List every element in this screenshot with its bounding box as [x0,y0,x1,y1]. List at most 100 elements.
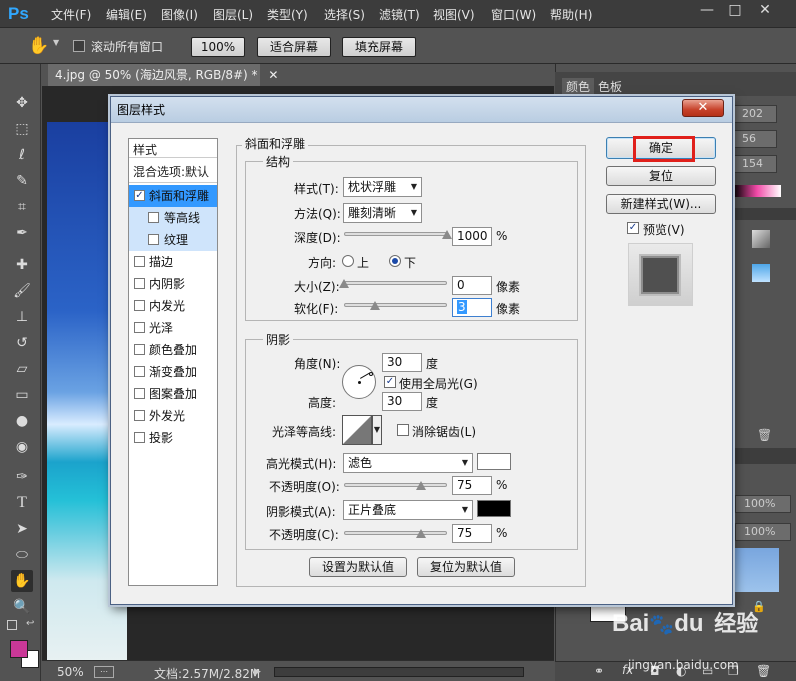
style-item[interactable]: 纹理 [129,229,217,251]
marquee-tool-icon[interactable]: ⬚ [11,118,33,140]
highlight-mode-select[interactable]: 滤色 ▼ [343,453,473,473]
menu-file[interactable]: 文件(F) [51,6,91,23]
close-window-button[interactable]: ✕ [752,0,778,22]
angle-dial[interactable] [342,365,376,399]
gloss-contour-dropdown-icon[interactable]: ▼ [372,415,382,445]
highlight-opacity-slider[interactable] [344,483,447,487]
horizontal-scrollbar[interactable] [274,667,524,677]
opacity-field[interactable]: 100% [735,495,791,513]
menu-select[interactable]: 选择(S) [324,6,365,23]
style-item[interactable]: 描边 [129,251,217,273]
minimize-button[interactable]: — [694,0,720,22]
altitude-input[interactable]: 30 [382,392,422,411]
eyedropper-tool-icon[interactable]: ✒ [11,222,33,244]
depth-slider-thumb[interactable] [442,230,452,239]
depth-slider[interactable] [344,232,447,236]
tab-swatches[interactable]: 色板 [598,78,622,96]
dialog-titlebar[interactable]: 图层样式 ✕ [111,97,732,123]
default-colors-icon[interactable] [7,620,17,630]
restore-button[interactable]: □ [722,0,748,22]
gradient-tool-icon[interactable]: ▭ [11,384,33,406]
type-tool-icon[interactable]: T [11,492,33,514]
pen-tool-icon[interactable]: ✑ [11,466,33,488]
style-item[interactable]: ✓ 斜面和浮雕 [129,185,217,207]
fit-screen-button[interactable]: 适合屏幕 [257,37,331,57]
fill-field[interactable]: 100% [735,523,791,541]
zoom-100-button[interactable]: 100% [191,37,245,57]
style-item[interactable]: 图案叠加 [129,383,217,405]
style-item[interactable]: 内阴影 [129,273,217,295]
swap-colors-icon[interactable]: ↩ [26,618,34,629]
dialog-close-button[interactable]: ✕ [682,99,724,117]
green-value[interactable]: 56 [733,130,777,148]
trash-icon[interactable]: 🗑 [757,428,772,442]
size-input[interactable]: 0 [452,276,492,295]
history-brush-tool-icon[interactable]: ↺ [11,332,33,354]
style-item-checkbox[interactable]: ✓ [134,190,145,201]
depth-input[interactable]: 1000 [452,227,492,246]
style-item-checkbox[interactable] [148,234,159,245]
lasso-tool-icon[interactable]: ℓ [11,144,33,166]
zoom-tool-icon[interactable]: 🔍 [11,596,33,618]
menu-window[interactable]: 窗口(W) [491,6,536,23]
technique-select[interactable]: 雕刻清晰 ▼ [343,203,422,223]
gloss-contour-preview[interactable] [342,415,372,445]
brush-tool-icon[interactable]: 🖌 [11,280,33,302]
blend-options-item[interactable]: 混合选项:默认 [133,163,209,180]
style-item-checkbox[interactable] [134,432,145,443]
quick-select-tool-icon[interactable]: ✎ [11,170,33,192]
red-value[interactable]: 202 [733,105,777,123]
fill-screen-button[interactable]: 填充屏幕 [342,37,416,57]
soften-slider-thumb[interactable] [369,301,380,310]
style-item-checkbox[interactable] [134,366,145,377]
menu-type[interactable]: 类型(Y) [267,6,308,23]
clone-stamp-tool-icon[interactable]: ⊥ [11,306,33,328]
direction-down-radio[interactable] [389,255,401,267]
document-tab[interactable]: 4.jpg @ 50% (海边风景, RGB/8#) * ✕ [48,64,278,86]
layer-thumbnail[interactable] [735,548,779,592]
crop-tool-icon[interactable]: ⌗ [11,196,33,218]
tool-preset-dropdown-icon[interactable]: ▼ [53,38,59,47]
dodge-tool-icon[interactable]: ◉ [11,436,33,458]
preview-checkbox[interactable]: ✓ [627,222,639,234]
blur-tool-icon[interactable]: ● [11,410,33,432]
photo-filter-icon[interactable] [752,264,770,282]
size-slider[interactable] [344,281,447,285]
new-style-button[interactable]: 新建样式(W)... [606,194,716,214]
style-item-checkbox[interactable] [134,410,145,421]
shadow-opacity-slider[interactable] [344,531,447,535]
soften-slider[interactable] [344,303,447,307]
reset-default-button[interactable]: 复位为默认值 [417,557,515,577]
style-item[interactable]: 等高线 [129,207,217,229]
direction-up-radio[interactable] [342,255,354,267]
style-item-checkbox[interactable] [134,278,145,289]
menu-layer[interactable]: 图层(L) [213,6,253,23]
menu-help[interactable]: 帮助(H) [550,6,592,23]
eraser-tool-icon[interactable]: ▱ [11,358,33,380]
path-select-tool-icon[interactable]: ➤ [11,518,33,540]
bevel-style-select[interactable]: 枕状浮雕 ▼ [343,177,422,197]
shadow-color-swatch[interactable] [477,500,511,517]
style-item-checkbox[interactable] [148,212,159,223]
shadow-opacity-thumb[interactable] [416,529,427,538]
style-item[interactable]: 颜色叠加 [129,339,217,361]
link-layers-icon[interactable]: ⚭ [594,664,604,678]
blue-value[interactable]: 154 [733,155,777,173]
scroll-all-windows-checkbox[interactable] [73,40,85,52]
menu-edit[interactable]: 编辑(E) [106,6,147,23]
style-item-checkbox[interactable] [134,322,145,333]
style-item[interactable]: 内发光 [129,295,217,317]
zoom-level[interactable]: 50% [57,665,84,679]
move-tool-icon[interactable]: ✥ [11,92,33,114]
style-item[interactable]: 渐变叠加 [129,361,217,383]
style-item[interactable]: 光泽 [129,317,217,339]
status-menu-arrow-icon[interactable]: ▶ [254,667,261,677]
hand-tool-icon[interactable]: ✋ [28,36,49,56]
style-item-checkbox[interactable] [134,344,145,355]
style-list-header[interactable]: 样式 [133,141,157,158]
size-slider-thumb[interactable] [339,279,349,288]
style-item-checkbox[interactable] [134,300,145,311]
close-tab-icon[interactable]: ✕ [268,68,278,82]
hand-tool-selected-icon[interactable]: ✋ [11,570,33,592]
levels-icon[interactable] [752,230,770,248]
